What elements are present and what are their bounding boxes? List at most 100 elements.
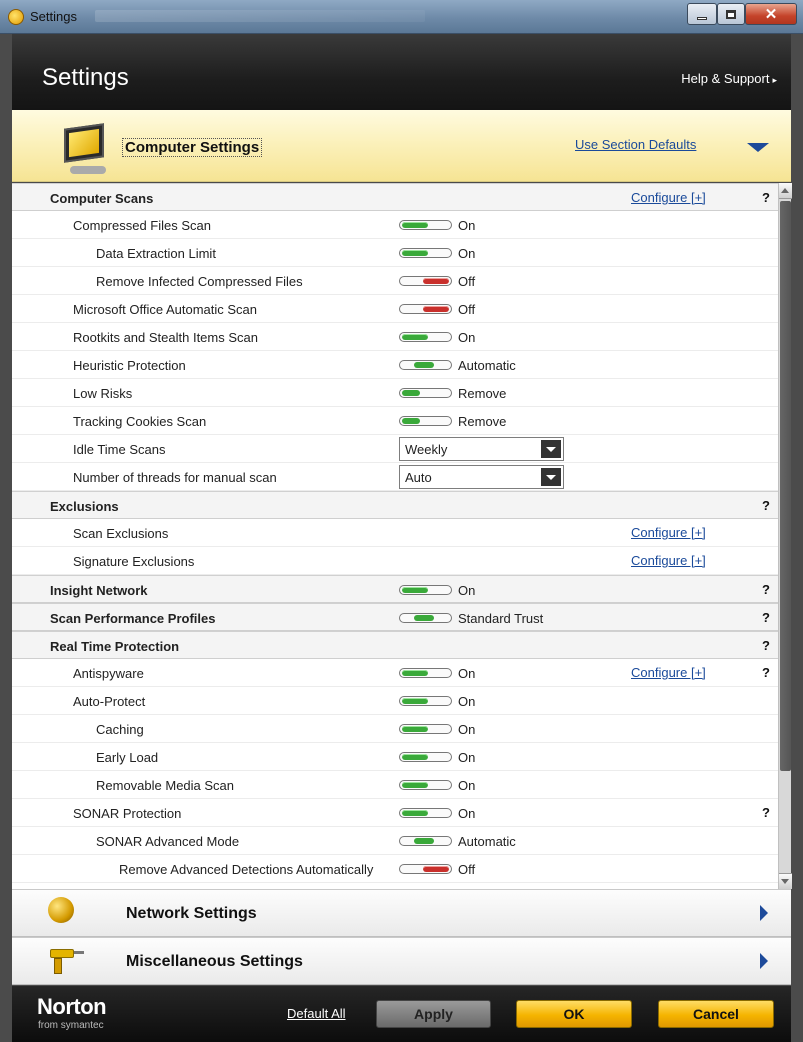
setting-value: Off	[458, 274, 476, 289]
scroll-thumb[interactable]	[780, 201, 791, 771]
network-settings-title: Network Settings	[126, 905, 257, 922]
ok-button[interactable]: OK	[516, 1000, 632, 1028]
setting-label: Computer Scans	[50, 191, 154, 206]
window-frame-right	[791, 34, 803, 1042]
setting-value: On	[458, 330, 476, 345]
dropdown-value: Auto	[405, 470, 432, 485]
scroll-up-icon[interactable]	[779, 183, 792, 199]
norton-logo: Norton	[37, 994, 107, 1019]
chevron-down-icon[interactable]	[541, 468, 561, 486]
setting-label: Antispyware	[73, 666, 144, 681]
drill-icon	[50, 947, 84, 977]
setting-row-sonar-advanced-mode: SONAR Advanced Mode Automatic	[12, 827, 778, 855]
setting-dropdown[interactable]: Auto	[399, 465, 564, 489]
toggle-indicator	[402, 250, 428, 256]
chevron-down-icon[interactable]	[541, 440, 561, 458]
toggle-indicator	[402, 782, 428, 788]
configure-link[interactable]: Configure [+]	[631, 665, 706, 680]
toggle-switch[interactable]	[399, 752, 452, 762]
help-question-icon[interactable]: ?	[762, 665, 770, 680]
setting-label: Scan Exclusions	[73, 526, 169, 541]
setting-row-signature-exclusions: Signature Exclusions Configure [+]	[12, 547, 778, 575]
toggle-switch[interactable]	[399, 304, 452, 314]
help-question-icon[interactable]: ?	[762, 498, 770, 513]
setting-label: Low Risks	[73, 386, 133, 401]
configure-link[interactable]: Configure [+]	[631, 553, 706, 568]
scroll-down-icon[interactable]	[779, 873, 792, 889]
configure-link[interactable]: Configure [+]	[631, 525, 706, 540]
toggle-indicator	[414, 362, 434, 368]
toggle-switch[interactable]	[399, 668, 452, 678]
setting-row-auto-protect: Auto-Protect On	[12, 687, 778, 715]
setting-label: Rootkits and Stealth Items Scan	[73, 330, 258, 345]
dropdown-value: Weekly	[405, 442, 448, 457]
apply-button[interactable]: Apply	[376, 1000, 491, 1028]
category-row-exclusions: Exclusions?	[12, 491, 778, 519]
expand-arrow-icon[interactable]	[760, 953, 768, 969]
toggle-indicator	[402, 587, 428, 593]
setting-label: Caching	[96, 722, 144, 737]
setting-row-number-of-threads-for-manual-scan: Number of threads for manual scan Auto	[12, 463, 778, 491]
configure-link[interactable]: Configure [+]	[631, 190, 706, 205]
setting-row-low-risks: Low Risks Remove	[12, 379, 778, 407]
setting-label: Early Load	[96, 750, 159, 765]
toggle-switch[interactable]	[399, 696, 452, 706]
toggle-switch[interactable]	[399, 248, 452, 258]
toggle-switch[interactable]	[399, 332, 452, 342]
toggle-switch[interactable]	[399, 864, 452, 874]
taskbar-ghost	[95, 10, 425, 22]
toggle-switch[interactable]	[399, 836, 452, 846]
use-section-defaults-link[interactable]: Use Section Defaults	[575, 137, 696, 152]
setting-value: Automatic	[458, 358, 516, 373]
toggle-indicator	[402, 670, 428, 676]
minimize-button[interactable]	[687, 3, 717, 25]
setting-row-compressed-files-scan: Compressed Files Scan On	[12, 211, 778, 239]
toggle-switch[interactable]	[399, 613, 452, 623]
toggle-switch[interactable]	[399, 388, 452, 398]
help-question-icon[interactable]: ?	[762, 638, 770, 653]
toggle-switch[interactable]	[399, 360, 452, 370]
toggle-switch[interactable]	[399, 585, 452, 595]
maximize-button[interactable]	[717, 3, 745, 25]
toggle-indicator	[402, 698, 428, 704]
help-question-icon[interactable]: ?	[762, 582, 770, 597]
network-settings-section[interactable]: Network Settings	[12, 889, 791, 937]
toggle-indicator	[423, 866, 449, 872]
cancel-button[interactable]: Cancel	[658, 1000, 774, 1028]
setting-value: On	[458, 218, 476, 233]
help-question-icon[interactable]: ?	[762, 610, 770, 625]
close-button[interactable]: ✕	[745, 3, 797, 25]
setting-row-heuristic-protection: Heuristic Protection Automatic	[12, 351, 778, 379]
category-row-computer-scans: Computer Scans Configure [+]?	[12, 183, 778, 211]
footer-bar: Norton from symantec Default All Apply O…	[12, 986, 791, 1042]
toggle-switch[interactable]	[399, 276, 452, 286]
setting-dropdown[interactable]: Weekly	[399, 437, 564, 461]
toggle-switch[interactable]	[399, 724, 452, 734]
toggle-switch[interactable]	[399, 780, 452, 790]
scrollbar[interactable]	[778, 183, 792, 889]
collapse-section-icon[interactable]	[747, 143, 769, 152]
setting-label: Microsoft Office Automatic Scan	[73, 302, 257, 317]
toggle-switch[interactable]	[399, 416, 452, 426]
close-icon: ✕	[764, 5, 778, 23]
setting-label: Real Time Protection	[50, 639, 180, 654]
expand-arrow-icon[interactable]	[760, 905, 768, 921]
help-question-icon[interactable]: ?	[762, 190, 770, 205]
setting-label: Tracking Cookies Scan	[73, 414, 207, 429]
category-row-insight-network: Insight Network On?	[12, 575, 778, 603]
setting-row-removable-media-scan: Removable Media Scan On	[12, 771, 778, 799]
miscellaneous-settings-title: Miscellaneous Settings	[126, 953, 303, 970]
help-question-icon[interactable]: ?	[762, 805, 770, 820]
page-header: Settings Help & Support ▸	[12, 34, 791, 110]
help-support-link[interactable]: Help & Support ▸	[681, 71, 777, 86]
miscellaneous-settings-section[interactable]: Miscellaneous Settings	[12, 937, 791, 985]
default-all-link[interactable]: Default All	[287, 1006, 346, 1021]
setting-row-microsoft-office-automatic-scan: Microsoft Office Automatic Scan Off	[12, 295, 778, 323]
setting-value: Automatic	[458, 834, 516, 849]
toggle-indicator	[414, 615, 434, 621]
setting-label: Idle Time Scans	[73, 442, 166, 457]
toggle-switch[interactable]	[399, 220, 452, 230]
toggle-switch[interactable]	[399, 808, 452, 818]
computer-icon	[64, 123, 104, 163]
toggle-indicator	[402, 334, 428, 340]
